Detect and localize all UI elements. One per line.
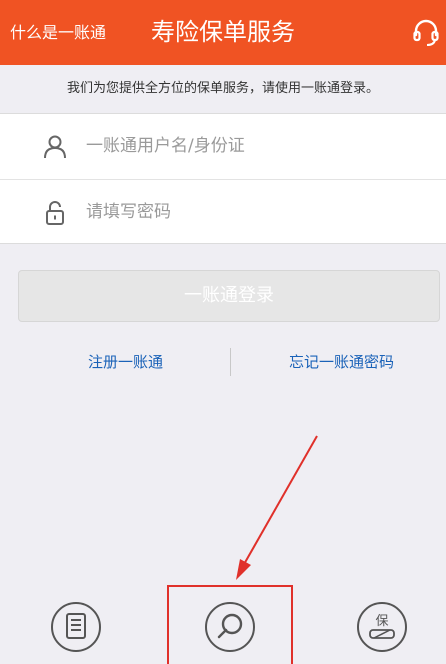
search-icon[interactable] <box>204 601 256 653</box>
password-input[interactable]: 请填写密码 <box>86 198 171 226</box>
register-link[interactable]: 注册一账通 <box>88 350 163 374</box>
login-form: 一账通用户名/身份证 请填写密码 <box>0 113 446 244</box>
document-icon[interactable] <box>50 601 102 653</box>
password-field[interactable]: 请填写密码 <box>0 179 446 244</box>
svg-text:保: 保 <box>375 614 388 629</box>
page-title: 寿险保单服务 <box>151 18 295 46</box>
links-divider <box>230 348 231 376</box>
policy-icon[interactable]: 保 <box>356 601 408 653</box>
user-icon <box>44 135 66 159</box>
login-notice: 我们为您提供全方位的保单服务，请使用一账通登录。 <box>66 81 379 96</box>
annotation-arrow-head <box>236 559 251 580</box>
forgot-password-link[interactable]: 忘记一账通密码 <box>289 350 394 374</box>
login-button[interactable]: 一账通登录 <box>18 270 440 322</box>
header-bar: 什么是一账通 寿险保单服务 <box>0 0 446 65</box>
lock-icon <box>46 201 64 225</box>
account-links: 注册一账通 忘记一账通密码 <box>0 346 446 378</box>
annotation-arrow <box>242 435 318 567</box>
headset-icon[interactable] <box>412 19 440 47</box>
username-field[interactable]: 一账通用户名/身份证 <box>0 114 446 179</box>
username-input[interactable]: 一账通用户名/身份证 <box>86 132 245 160</box>
